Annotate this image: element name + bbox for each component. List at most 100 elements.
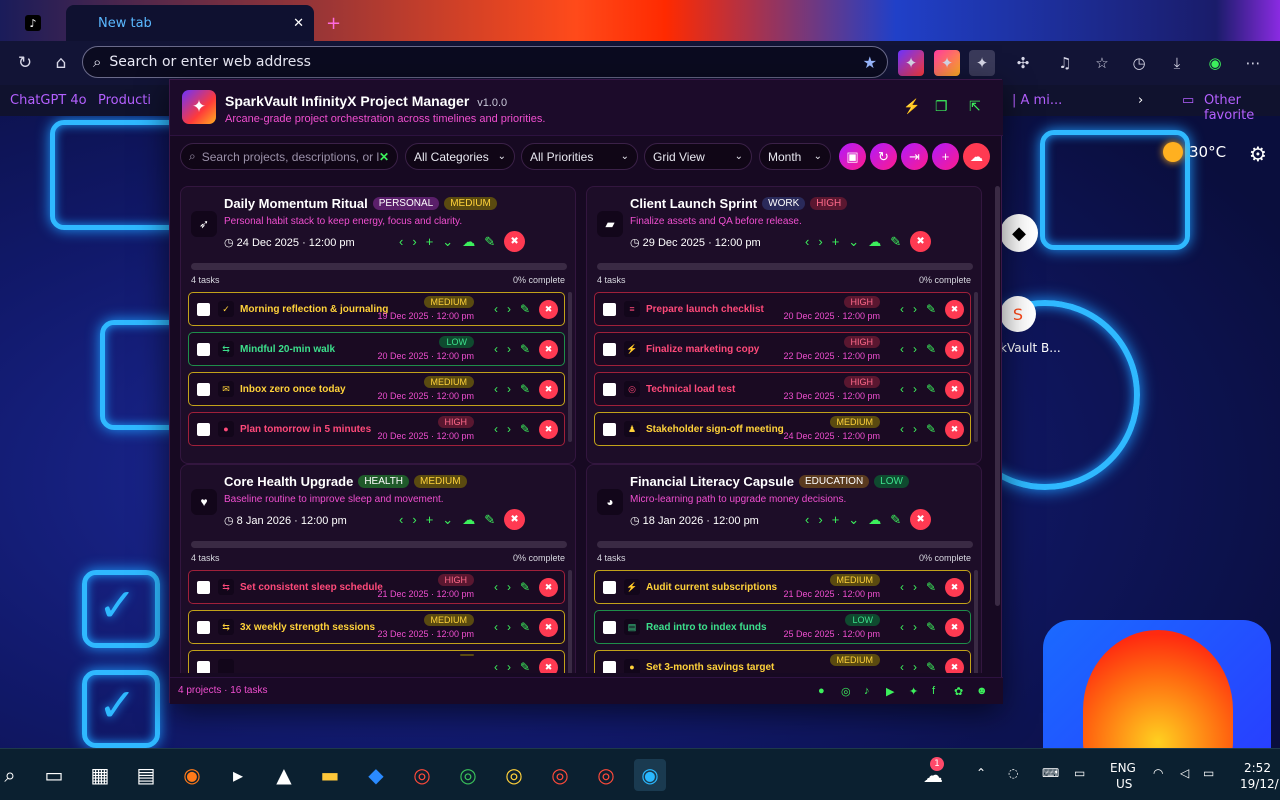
project-card[interactable]: ♥ Core Health Upgrade HEALTH MEDIUM Base…	[180, 464, 576, 673]
edit-icon[interactable]: ✎	[890, 234, 901, 250]
task-checkbox[interactable]	[197, 302, 210, 316]
chevron-right-icon[interactable]: ›	[913, 580, 917, 594]
delete-icon[interactable]: ✖	[945, 339, 964, 359]
chevron-right-icon[interactable]: ›	[507, 660, 511, 673]
delete-icon[interactable]: ✖	[945, 379, 964, 399]
edit-icon[interactable]: ✎	[890, 512, 901, 528]
task-row[interactable]: ● Plan tomorrow in 5 minutes HIGH 20 Dec…	[188, 412, 565, 446]
chevron-left-icon[interactable]: ‹	[900, 422, 904, 436]
chevron-right-icon[interactable]: ›	[818, 512, 822, 527]
favorite-item[interactable]: | A mi...	[1012, 93, 1062, 108]
user-icon[interactable]: ☻	[976, 685, 988, 697]
delete-icon[interactable]: ✖	[504, 231, 526, 252]
task-row[interactable]: ♟ Stakeholder sign-off meeting MEDIUM 24…	[594, 412, 971, 446]
store-icon[interactable]: ▤	[130, 759, 162, 791]
task-checkbox[interactable]	[197, 660, 210, 673]
download-icon[interactable]: ⤓	[1164, 50, 1190, 76]
task-checkbox[interactable]	[603, 620, 616, 634]
chevron-right-icon[interactable]: ›	[818, 234, 822, 249]
grid-scrollbar[interactable]	[995, 186, 1000, 606]
project-card[interactable]: ▰ Client Launch Sprint WORK HIGH Finaliz…	[586, 186, 982, 464]
chevron-left-icon[interactable]: ‹	[494, 580, 498, 594]
add-task-icon[interactable]: +	[426, 234, 434, 249]
add-task-icon[interactable]: +	[832, 234, 840, 249]
chevron-down-icon[interactable]: ⌄	[442, 234, 453, 250]
edit-icon[interactable]: ✎	[520, 382, 530, 396]
chevron-right-icon[interactable]: ›	[913, 422, 917, 436]
chevron-down-icon[interactable]: ⌄	[442, 512, 453, 528]
chevron-right-icon[interactable]: ›	[507, 580, 511, 594]
new-tab-button[interactable]: +	[326, 5, 346, 41]
delete-icon[interactable]: ✖	[945, 657, 964, 673]
edit-icon[interactable]: ✎	[926, 660, 936, 673]
task-checkbox[interactable]	[603, 660, 616, 673]
chevron-right-icon[interactable]: ›	[913, 382, 917, 396]
edit-icon[interactable]: ✎	[484, 234, 495, 250]
language-indicator[interactable]: ENG	[1110, 761, 1136, 775]
task-row[interactable]: ◎ Technical load test HIGH 23 Dec 2025 ·…	[594, 372, 971, 406]
chevron-left-icon[interactable]: ‹	[900, 302, 904, 316]
favorites-icon[interactable]: ☆	[1089, 50, 1115, 76]
instagram-icon[interactable]: ◎	[841, 685, 851, 698]
chevron-left-icon[interactable]: ‹	[494, 660, 498, 673]
task-checkbox[interactable]	[197, 382, 210, 396]
copy-icon[interactable]: ❐	[935, 98, 948, 115]
delete-icon[interactable]: ✖	[539, 419, 558, 439]
favorites-folder-icon[interactable]: ▭	[1182, 93, 1194, 108]
extension-icon[interactable]: ✦	[934, 50, 960, 76]
chevron-right-icon[interactable]: ›	[507, 302, 511, 316]
twitter-icon[interactable]: ✦	[909, 685, 918, 698]
delete-icon[interactable]: ✖	[945, 577, 964, 597]
task-view-icon[interactable]: ▭	[38, 759, 70, 791]
chevron-left-icon[interactable]: ‹	[900, 342, 904, 356]
chevron-left-icon[interactable]: ‹	[494, 342, 498, 356]
search-icon[interactable]: ⌕	[0, 759, 26, 791]
edit-icon[interactable]: ✎	[484, 512, 495, 528]
weather-widget[interactable]: 30°C	[1163, 142, 1226, 162]
clear-search-icon[interactable]: ✕	[379, 150, 389, 164]
delete-icon[interactable]: ✖	[910, 231, 932, 252]
task-scrollbar[interactable]	[974, 570, 978, 673]
chevron-up-icon[interactable]: ⌃	[976, 766, 986, 780]
wifi-icon[interactable]: ◠	[1153, 766, 1163, 780]
task-row[interactable]: ≡ Prepare launch checklist HIGH 20 Dec 2…	[594, 292, 971, 326]
new-folder-button[interactable]: ▣	[839, 143, 866, 170]
edit-icon[interactable]: ✎	[520, 422, 530, 436]
task-row[interactable]: ‹ › ✎ ✖	[188, 650, 565, 673]
media-icon[interactable]: ♫	[1052, 50, 1078, 76]
task-checkbox[interactable]	[197, 580, 210, 594]
range-select[interactable]: Month ⌄	[759, 143, 831, 170]
chevron-left-icon[interactable]: ‹	[900, 660, 904, 673]
task-scrollbar[interactable]	[974, 292, 978, 442]
sparkvault-extension-icon[interactable]: ✦	[969, 50, 995, 76]
task-scrollbar[interactable]	[568, 292, 572, 442]
task-row[interactable]: ⇆ Set consistent sleep schedule HIGH 21 …	[188, 570, 565, 604]
chevron-right-icon[interactable]: ›	[507, 422, 511, 436]
display-icon[interactable]: ▭	[1074, 766, 1085, 780]
sparkvault-desktop-icon[interactable]: S	[1000, 296, 1036, 332]
gear-icon[interactable]: ⚙	[1249, 142, 1267, 166]
copilot-desktop-icon[interactable]: ◆	[1000, 214, 1038, 252]
refresh-button[interactable]: ↻	[870, 143, 897, 170]
firefox-icon[interactable]: ◉	[176, 759, 208, 791]
chevron-down-icon[interactable]: ⌄	[848, 512, 859, 528]
chevron-left-icon[interactable]: ‹	[805, 512, 809, 527]
delete-icon[interactable]: ✖	[539, 299, 558, 319]
chevron-right-icon[interactable]: ›	[507, 342, 511, 356]
chevron-right-icon[interactable]: ›	[507, 620, 511, 634]
chevron-left-icon[interactable]: ‹	[900, 580, 904, 594]
search-input[interactable]: ⌕ Search projects, descriptions, or la ✕	[180, 143, 398, 170]
edit-icon[interactable]: ✎	[926, 342, 936, 356]
chevron-right-icon[interactable]: ›	[913, 620, 917, 634]
chrome-icon[interactable]: ◎	[544, 759, 576, 791]
chevron-right-icon[interactable]: ›	[412, 512, 416, 527]
bluesky-icon[interactable]: ✿	[954, 685, 963, 698]
favorite-item[interactable]: ChatGPT 4o	[10, 93, 87, 108]
delete-icon[interactable]: ✖	[539, 657, 558, 673]
open-external-icon[interactable]: ⇱	[969, 98, 981, 115]
task-checkbox[interactable]	[197, 342, 210, 356]
task-scrollbar[interactable]	[568, 570, 572, 673]
puzzle-icon[interactable]: ✣	[1010, 50, 1036, 76]
delete-icon[interactable]: ✖	[539, 617, 558, 637]
menu-icon[interactable]: ⋯	[1240, 50, 1266, 76]
